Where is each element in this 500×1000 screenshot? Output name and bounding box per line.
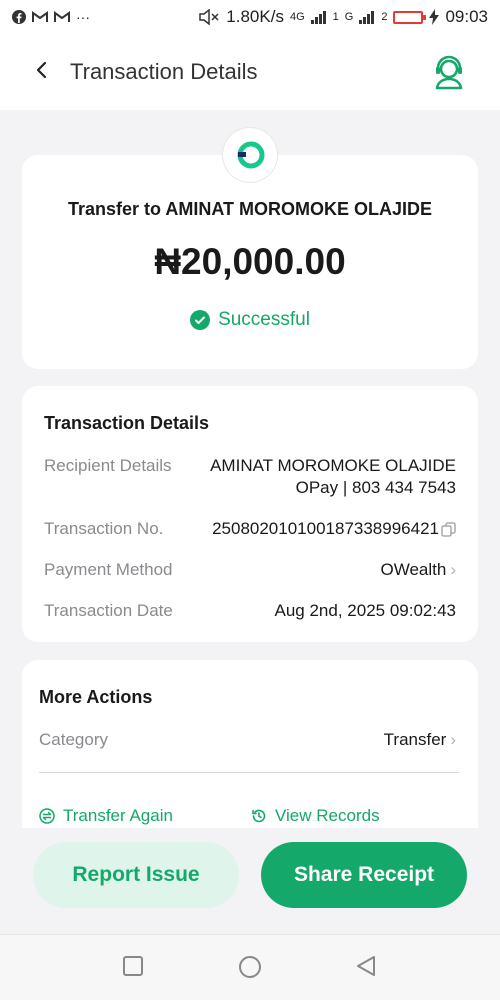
system-navigation-bar <box>0 934 500 1000</box>
status-indicators: 1.80K/s 4G 1 G 2 09:03 <box>198 7 488 27</box>
back-icon[interactable] <box>355 955 377 977</box>
payment-method-label: Payment Method <box>44 560 173 579</box>
opay-logo-icon <box>237 141 265 169</box>
transfer-recipient-title: Transfer to AMINAT MOROMOKE OLAJIDE <box>67 199 433 219</box>
transfer-again-label: Transfer Again <box>63 806 173 825</box>
category-value: Transfer <box>383 730 447 749</box>
transaction-no-row[interactable]: 250802010100187338996421 <box>212 519 456 539</box>
status-notifications: ··· <box>12 9 90 25</box>
home-icon[interactable] <box>238 955 262 979</box>
share-receipt-button[interactable]: Share Receipt <box>261 842 467 908</box>
transaction-details-card: Transaction Details Recipient Details AM… <box>22 386 478 642</box>
transaction-no-value: 250802010100187338996421 <box>212 519 439 538</box>
transfer-again-link[interactable]: Transfer Again <box>39 806 173 826</box>
recipient-name: AMINAT MOROMOKE OLAJIDE <box>210 456 456 475</box>
payment-method-value: OWealth <box>380 560 447 579</box>
transaction-date-label: Transaction Date <box>44 601 173 620</box>
signal-icon <box>310 11 326 24</box>
status-text: Successful <box>218 309 310 330</box>
clock: 09:03 <box>445 7 488 26</box>
details-section-title: Transaction Details <box>44 413 210 433</box>
transaction-summary-card: Transfer to AMINAT MOROMOKE OLAJIDE ₦20,… <box>22 155 478 369</box>
mute-icon <box>199 9 219 25</box>
copy-icon[interactable] <box>441 522 456 537</box>
gmail-icon <box>54 11 70 22</box>
network-speed: 1.80K/s <box>226 7 284 26</box>
page-title: Transaction Details <box>70 59 258 84</box>
history-icon <box>252 809 266 823</box>
back-arrow-icon[interactable] <box>30 58 54 82</box>
network-type-4g: 4G <box>289 11 305 23</box>
more-actions-title: More Actions <box>39 687 153 707</box>
transaction-amount: ₦20,000.00 <box>154 241 346 282</box>
sim-1-label: 1 <box>332 11 339 23</box>
signal-icon <box>359 11 375 24</box>
divider <box>39 772 459 773</box>
battery-icon <box>393 10 427 24</box>
check-circle-icon <box>190 310 211 330</box>
sim-2-label: 2 <box>381 11 388 23</box>
recent-apps-icon[interactable] <box>122 955 144 977</box>
status-badge: Successful <box>22 309 478 331</box>
payment-method-row[interactable]: OWealth › <box>381 560 457 580</box>
status-bar: ··· 1.80K/s 4G 1 G 2 09:03 <box>0 0 500 34</box>
opay-logo <box>223 128 277 182</box>
view-records-label: View Records <box>275 806 380 825</box>
chevron-right-icon: › <box>450 730 456 749</box>
view-records-link[interactable]: View Records <box>251 806 380 826</box>
network-type-g: G <box>344 11 354 23</box>
more-notifications-indicator: ··· <box>76 9 90 25</box>
transaction-no-label: Transaction No. <box>44 519 164 538</box>
app-header: Transaction Details <box>0 34 500 110</box>
report-issue-button[interactable]: Report Issue <box>33 842 239 908</box>
chevron-right-icon: › <box>450 560 456 579</box>
gmail-icon <box>32 11 48 22</box>
category-row[interactable]: Transfer › <box>384 730 456 750</box>
more-actions-card: More Actions Category Transfer › Transfer… <box>22 660 478 828</box>
recipient-details-label: Recipient Details <box>44 456 172 475</box>
transfer-icon <box>39 808 55 824</box>
charging-icon <box>429 9 440 25</box>
facebook-icon <box>12 10 26 24</box>
transaction-date-value: Aug 2nd, 2025 09:02:43 <box>274 601 457 620</box>
recipient-account: OPay | 803 434 7543 <box>295 478 456 497</box>
category-label: Category <box>39 730 108 749</box>
customer-support-icon[interactable] <box>432 54 466 90</box>
